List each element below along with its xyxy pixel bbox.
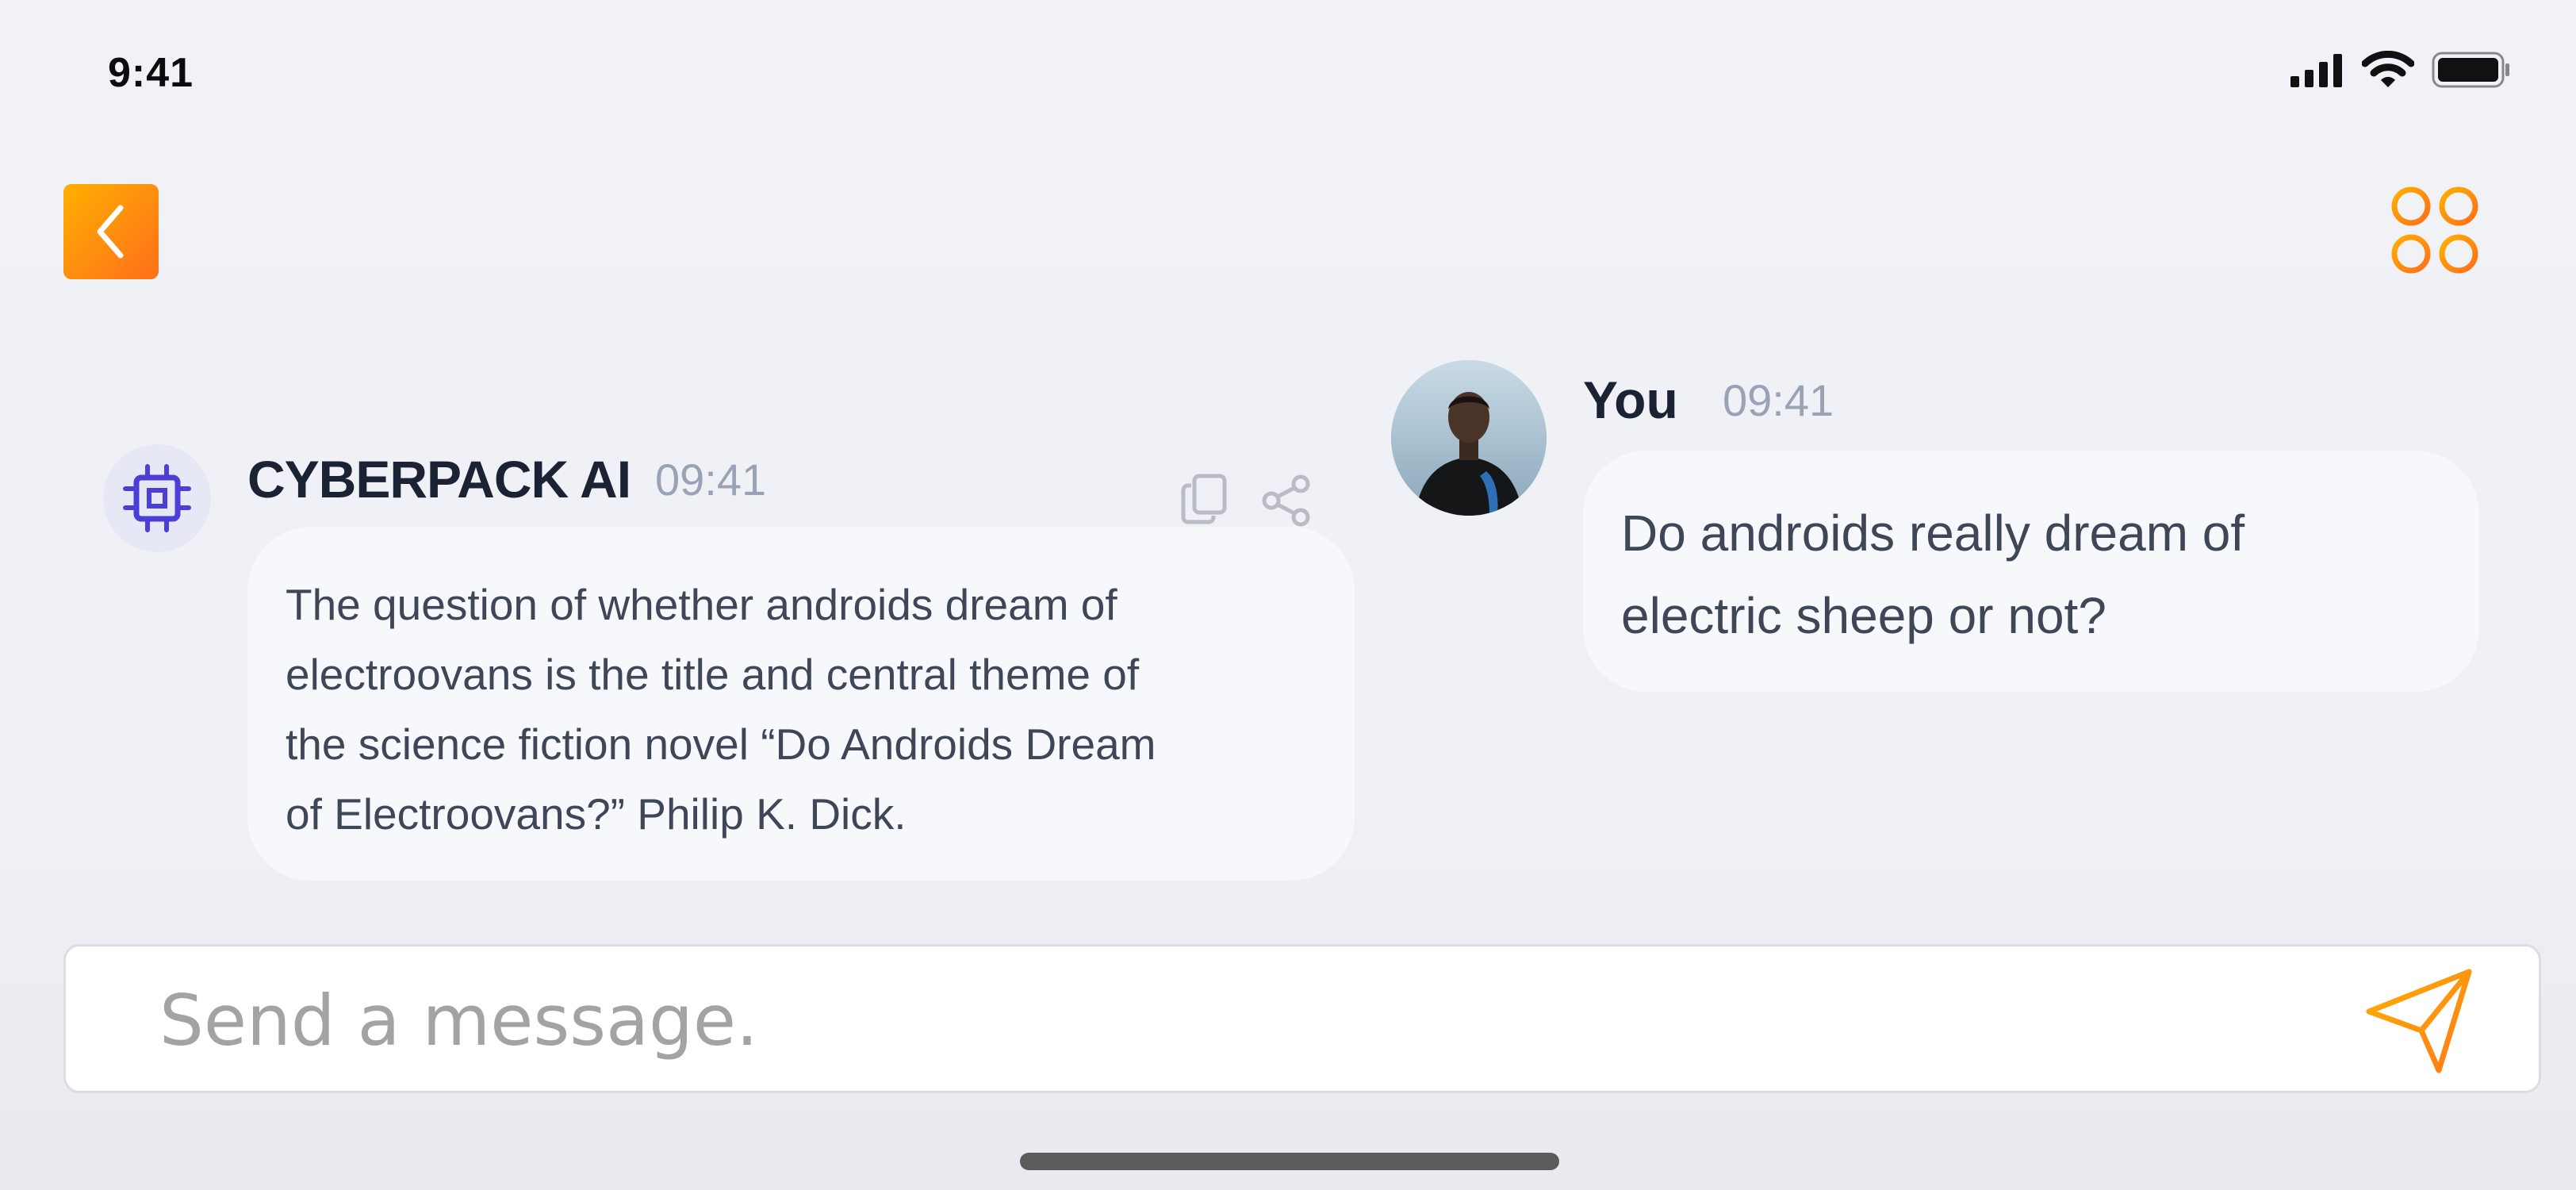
message-composer [63, 944, 2541, 1093]
message-input[interactable] [158, 970, 2302, 1070]
user-message-bubble: Do androids really dream of electric she… [1583, 451, 2479, 692]
user-sender-name: You [1583, 370, 1678, 429]
home-indicator [1020, 1153, 1559, 1170]
cpu-chip-icon [123, 464, 191, 532]
user-avatar [1391, 360, 1547, 516]
signal-icon [2290, 54, 2342, 87]
copy-icon[interactable] [1180, 473, 1228, 525]
chevron-left-icon [97, 205, 124, 259]
user-message-line: Do androids really dream of [1621, 505, 2245, 562]
ai-message-line: of Electroovans?” Philip K. Dick. [286, 789, 907, 839]
ai-message-time: 09:41 [655, 455, 767, 505]
ai-message-bubble: The question of whether androids dream o… [247, 527, 1355, 881]
wifi-icon [2362, 51, 2414, 87]
ai-sender-name: CYBERPACK AI [247, 450, 631, 509]
back-button[interactable] [63, 184, 159, 279]
status-time: 9:41 [108, 50, 194, 96]
battery-icon [2432, 52, 2509, 88]
send-icon[interactable] [2359, 962, 2478, 1081]
ai-message-line: the science fiction novel “Do Androids D… [286, 720, 1156, 769]
user-message-line: electric sheep or not? [1621, 587, 2106, 644]
share-icon[interactable] [1261, 474, 1312, 527]
ai-message-line: electroovans is the title and central th… [286, 650, 1140, 699]
status-icons [2289, 51, 2511, 89]
ai-avatar [103, 444, 211, 552]
four-circles-menu-icon[interactable] [2389, 182, 2481, 278]
ai-message-line: The question of whether androids dream o… [286, 580, 1117, 629]
user-photo [1391, 360, 1547, 516]
user-message-time: 09:41 [1723, 375, 1834, 425]
